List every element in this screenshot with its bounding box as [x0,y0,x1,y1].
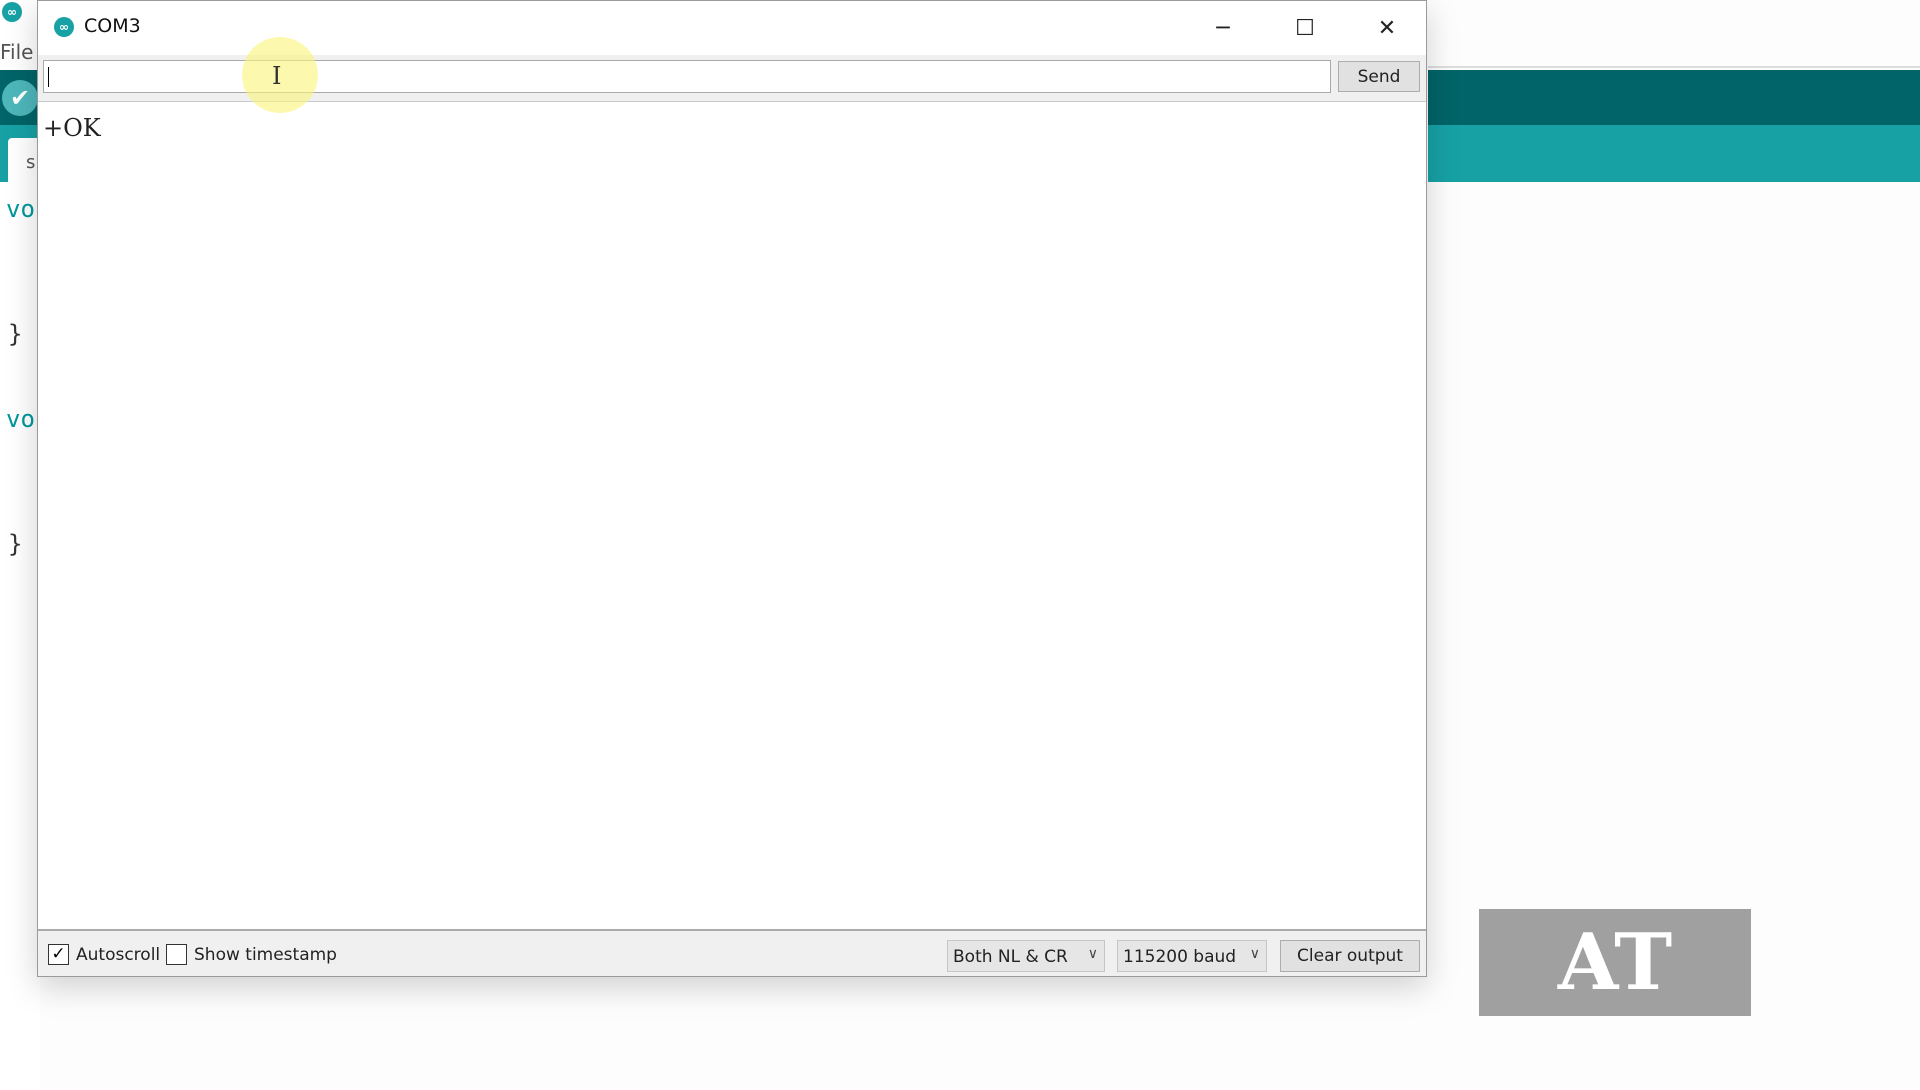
window-title: COM3 [84,15,141,37]
send-button[interactable]: Send [1338,61,1420,92]
serial-input[interactable] [43,60,1331,93]
text-cursor-icon: I [272,62,282,90]
ide-tabbar-right [1428,125,1920,182]
code-line: vo [6,195,35,223]
close-button[interactable]: ✕ [1352,1,1422,55]
title-bar: ∞ COM3 ─ ☐ ✕ [38,1,1426,55]
arduino-ide-background: ∞ File ✔ s vo } vo } [0,0,40,1090]
ide-tab[interactable]: s [8,138,40,182]
baud-rate-select[interactable]: 115200 baud ∨ [1117,940,1267,972]
verify-icon[interactable]: ✔ [2,80,38,116]
serial-monitor-window: ∞ COM3 ─ ☐ ✕ Send +OK ✓ Autoscroll Show … [37,0,1427,977]
arduino-icon: ∞ [54,17,74,37]
show-timestamp-label: Show timestamp [194,945,337,965]
chevron-down-icon: ∨ [1087,946,1098,962]
serial-output: +OK [38,101,1426,931]
text-caret [48,67,49,87]
code-line: } [8,530,23,558]
show-timestamp-checkbox[interactable] [166,944,187,965]
maximize-button[interactable]: ☐ [1270,1,1340,55]
bottom-bar: ✓ Autoscroll Show timestamp Both NL & CR… [38,931,1426,977]
menu-file[interactable]: File [0,40,33,64]
code-line: vo [6,405,35,433]
line-ending-select[interactable]: Both NL & CR ∨ [947,940,1105,972]
arduino-icon: ∞ [2,2,22,22]
chevron-down-icon: ∨ [1249,946,1260,962]
clear-output-button[interactable]: Clear output [1280,940,1420,972]
autoscroll-label: Autoscroll [76,945,161,965]
code-line: } [8,320,23,348]
minimize-button[interactable]: ─ [1188,1,1258,55]
ide-toolbar-right [1428,70,1920,125]
ide-divider [1428,66,1920,68]
at-overlay-badge: AT [1479,909,1751,1016]
baud-rate-value: 115200 baud [1123,947,1237,967]
output-line: +OK [43,114,101,142]
autoscroll-checkbox[interactable]: ✓ [48,944,69,965]
line-ending-value: Both NL & CR [953,947,1068,967]
